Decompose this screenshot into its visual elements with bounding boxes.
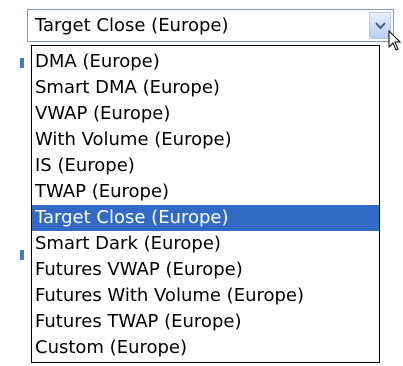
dropdown-option[interactable]: IS (Europe): [32, 153, 379, 179]
dropdown-option[interactable]: DMA (Europe): [32, 49, 379, 75]
dropdown-option[interactable]: Smart Dark (Europe): [32, 231, 379, 257]
dropdown-option[interactable]: With Volume (Europe): [32, 127, 379, 153]
chevron-down-icon: [375, 22, 386, 30]
dropdown-option[interactable]: Smart DMA (Europe): [32, 75, 379, 101]
dropdown-option[interactable]: VWAP (Europe): [32, 101, 379, 127]
mouse-cursor-icon: [388, 30, 402, 51]
background-marker: [20, 58, 24, 68]
combobox-selected-value: Target Close (Europe): [35, 15, 229, 36]
dropdown-option-selected[interactable]: Target Close (Europe): [32, 205, 379, 231]
algorithm-dropdown-list[interactable]: DMA (Europe) Smart DMA (Europe) VWAP (Eu…: [31, 45, 380, 363]
dropdown-option[interactable]: Custom (Europe): [32, 335, 379, 361]
dropdown-option[interactable]: Futures VWAP (Europe): [32, 257, 379, 283]
algorithm-combobox[interactable]: Target Close (Europe): [27, 9, 394, 42]
dropdown-option[interactable]: TWAP (Europe): [32, 179, 379, 205]
dropdown-option[interactable]: Futures TWAP (Europe): [32, 309, 379, 335]
background-marker: [20, 250, 24, 260]
dropdown-option[interactable]: Futures With Volume (Europe): [32, 283, 379, 309]
